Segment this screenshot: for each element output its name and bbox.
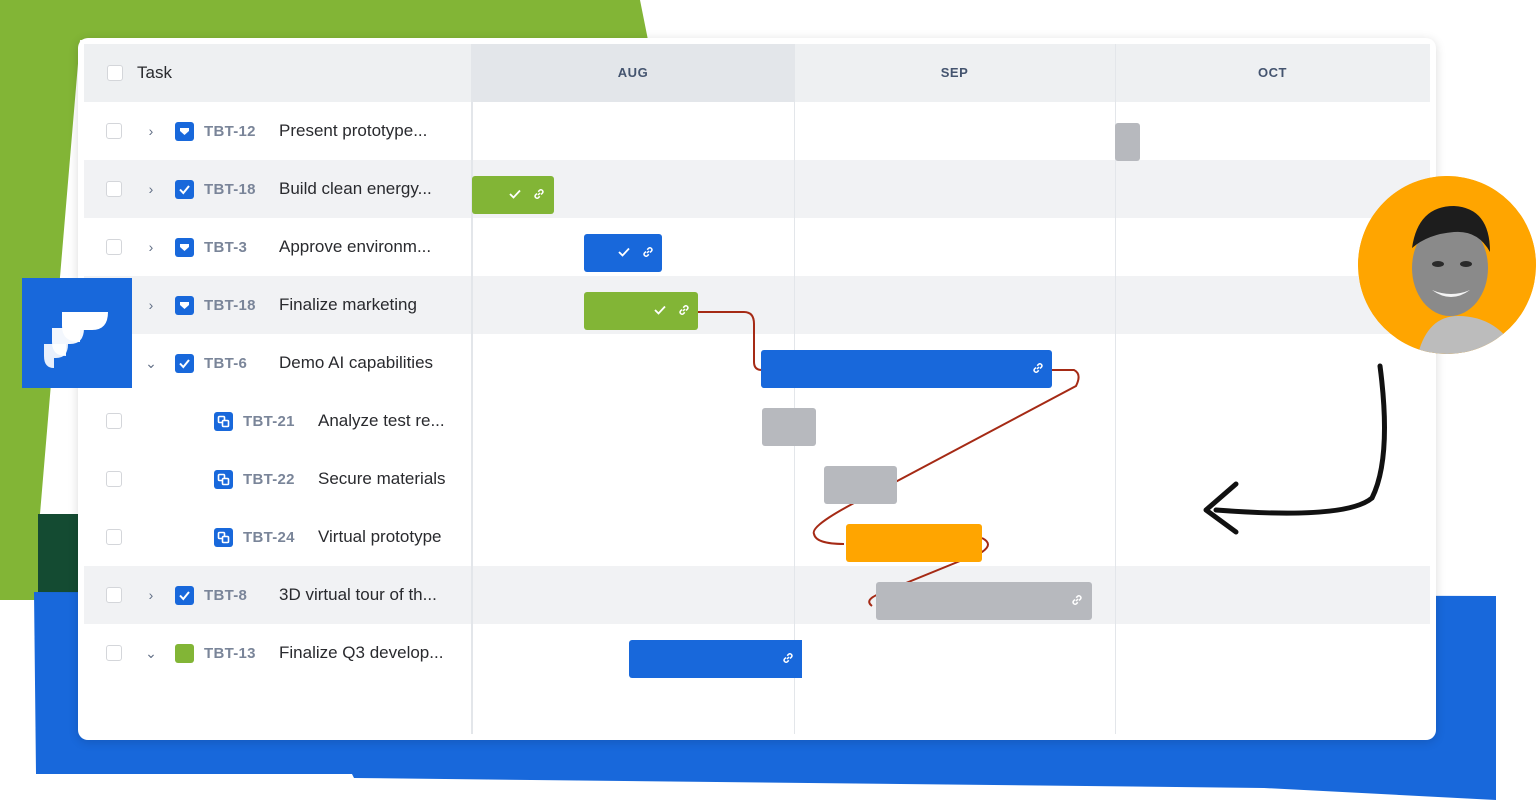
timeline-bar[interactable] [762, 408, 816, 446]
timeline-bar[interactable] [584, 292, 698, 330]
link-icon[interactable] [781, 651, 795, 665]
timeline-bar[interactable] [584, 234, 662, 272]
timeline-bar[interactable] [846, 524, 982, 562]
link-icon[interactable] [1070, 593, 1084, 607]
link-icon[interactable] [677, 303, 691, 317]
link-icon[interactable] [532, 187, 546, 201]
link-icon[interactable] [641, 245, 655, 259]
check-icon [618, 247, 630, 257]
timeline-bar[interactable] [1115, 123, 1140, 161]
timeline-bar[interactable] [629, 640, 802, 678]
timeline-bar[interactable] [472, 176, 554, 214]
check-icon [509, 189, 521, 199]
timeline-bar[interactable] [824, 466, 897, 504]
timeline-bar[interactable] [876, 582, 1092, 620]
jira-logo [22, 278, 132, 388]
user-avatar [1358, 176, 1536, 354]
check-icon [654, 305, 666, 315]
link-icon[interactable] [1031, 361, 1045, 375]
curved-arrow-annotation [1203, 363, 1387, 535]
timeline-bar[interactable] [761, 350, 1052, 388]
